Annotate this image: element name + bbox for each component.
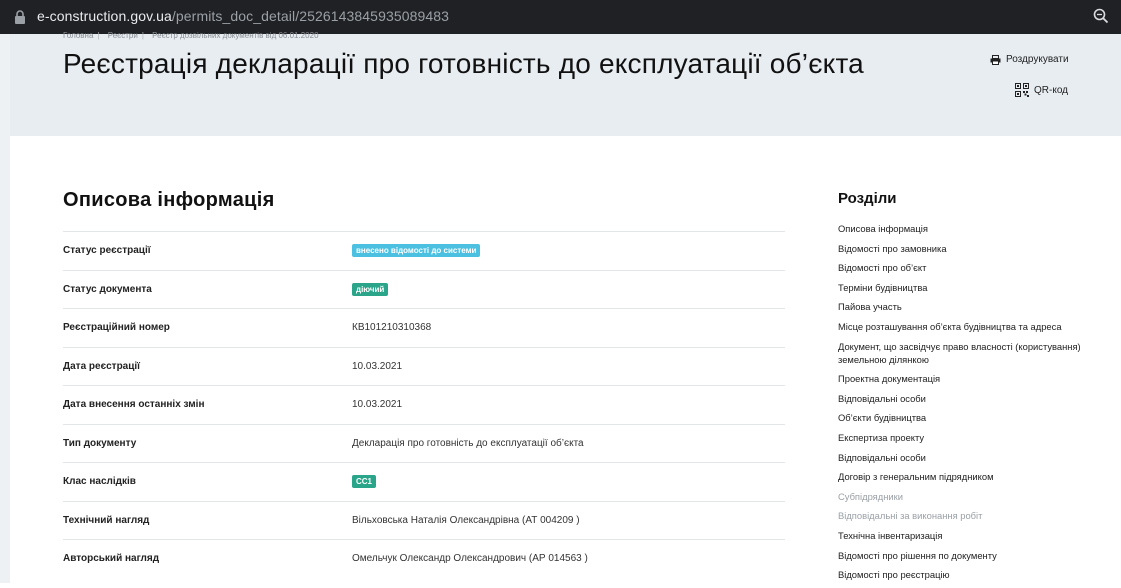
breadcrumb-home[interactable]: Головна	[63, 31, 93, 40]
info-value: діючий	[352, 282, 389, 296]
zoom-icon[interactable]	[1093, 8, 1109, 24]
lock-icon	[15, 10, 25, 24]
qr-code-label: QR-код	[1034, 84, 1068, 96]
info-value: СС1	[352, 475, 377, 489]
breadcrumb-separator: |	[141, 31, 144, 40]
sidebar-nav-item[interactable]: Відповідальні особи	[838, 392, 1098, 405]
qr-code-icon	[1015, 83, 1029, 97]
info-row: Дата реєстрації 10.03.2021	[63, 346, 785, 386]
sidebar-nav-item[interactable]: Субпідрядники	[838, 490, 1098, 503]
info-label: Дата реєстрації	[63, 360, 140, 372]
sidebar-nav-item[interactable]: Договір з генеральним підрядником	[838, 470, 1098, 483]
sidebar-nav-item[interactable]: Місце розташування об’єкта будівництва т…	[838, 320, 1098, 333]
info-label: Клас наслідків	[63, 476, 136, 488]
info-row: Статус реєстрації внесено відомості до си…	[63, 231, 785, 270]
info-value: Омельчук Олександр Олександрович (АР 014…	[352, 553, 588, 565]
breadcrumb-separator: |	[97, 31, 100, 40]
info-value: КВ101210310368	[352, 322, 432, 334]
sections-title: Розділи	[838, 190, 897, 207]
url-text[interactable]: e-construction.gov.ua/permits_doc_detail…	[37, 8, 449, 24]
status-badge: СС1	[352, 475, 377, 489]
sidebar-nav-item[interactable]: Відомості про об’єкт	[838, 261, 1098, 274]
info-label: Статус документа	[63, 283, 152, 295]
url-path: /permits_doc_detail/2526143845935089483	[171, 8, 450, 24]
info-value: Вільховська Наталія Олександрівна (АТ 00…	[352, 514, 580, 526]
sidebar-nav-item[interactable]: Відомості про рішення по документу	[838, 549, 1098, 562]
left-margin	[0, 34, 10, 583]
info-row: Реєстраційний номер КВ101210310368	[63, 308, 785, 347]
status-badge: внесено відомості до системи	[352, 244, 481, 258]
info-row: Статус документа діючий	[63, 269, 785, 309]
sidebar-nav-item[interactable]: Відповідальні за виконання робіт	[838, 509, 1098, 522]
sidebar-nav-item[interactable]: Пайова участь	[838, 300, 1098, 313]
sidebar-nav-item[interactable]: Відомості про реєстрацію	[838, 568, 1098, 581]
info-value: 10.03.2021	[352, 360, 403, 372]
print-label: Роздрукувати	[1006, 54, 1069, 65]
qr-code-button[interactable]: QR-код	[1015, 83, 1068, 97]
info-row: Клас наслідків СС1	[63, 462, 785, 501]
sidebar-nav-item[interactable]: Об’єкти будівництва	[838, 411, 1098, 424]
info-value: внесено відомості до системи	[352, 244, 481, 258]
section-title: Описова інформація	[63, 189, 275, 211]
sidebar-nav-item[interactable]: Документ, що засвідчує право власності (…	[838, 340, 1098, 366]
breadcrumb: Головна | Реєстри | Реєстр дозвільних доку…	[63, 31, 323, 41]
info-label: Тип документу	[63, 437, 137, 449]
breadcrumb-current: Реєстр дозвільних документів від 06.01.2…	[152, 31, 319, 40]
sidebar-nav-item[interactable]: Проектна документація	[838, 372, 1098, 385]
sections-nav: Описова інформація Відомості про замовник…	[838, 222, 1098, 588]
info-label: Реєстраційний номер	[63, 322, 170, 334]
sidebar-nav-item[interactable]: Терміни будівництва	[838, 281, 1098, 294]
sidebar-nav-item[interactable]: Експертиза проекту	[838, 431, 1098, 444]
sidebar-nav-item[interactable]: Описова інформація	[838, 222, 1098, 235]
breadcrumb-registries[interactable]: Реєстри	[108, 31, 138, 40]
url-host: e-construction.gov.ua	[37, 8, 172, 24]
sidebar-nav-item[interactable]: Відомості про замовника	[838, 242, 1098, 255]
info-row: Авторський нагляд Омельчук Олександр Олек…	[63, 539, 785, 578]
info-row: Тип документу Декларація про готовність д…	[63, 423, 785, 463]
info-label: Статус реєстрації	[63, 245, 151, 257]
browser-address-bar[interactable]: e-construction.gov.ua/permits_doc_detail…	[0, 0, 1121, 34]
page-title: Реєстрація декларації про готовність до …	[63, 48, 864, 79]
info-value: Декларація про готовність до експлуатаці…	[352, 437, 584, 449]
info-label: Дата внесення останніх змін	[63, 399, 205, 411]
status-badge: діючий	[352, 282, 389, 296]
info-row: Технічний нагляд Вільховська Наталія Олек…	[63, 500, 785, 540]
sidebar-nav-item[interactable]: Технічна інвентаризація	[838, 529, 1098, 542]
info-row: Дата внесення останніх змін 10.03.2021	[63, 385, 785, 424]
print-button[interactable]: Роздрукувати	[990, 54, 1069, 65]
info-label: Технічний нагляд	[63, 514, 150, 526]
info-label: Авторський нагляд	[63, 553, 160, 565]
printer-icon	[990, 54, 1001, 65]
info-table: Статус реєстрації внесено відомості до си…	[63, 231, 785, 578]
sidebar-nav-item[interactable]: Відповідальні особи	[838, 451, 1098, 464]
info-value: 10.03.2021	[352, 399, 403, 411]
